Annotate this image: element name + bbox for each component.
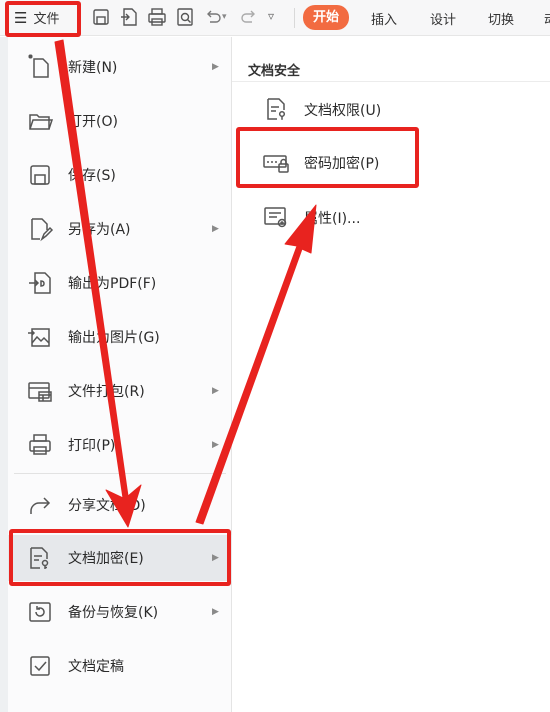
menu-item-finalize[interactable]: 文档定稿 [8,643,232,689]
new-doc-icon [26,53,54,81]
file-menu-label: 文件 [33,12,60,27]
printer-icon [26,431,54,459]
toolbar-separator [294,8,295,28]
submenu-item-label: 文档权限(U) [304,103,382,119]
print-preview-icon[interactable] [174,6,196,28]
package-icon [26,377,54,405]
submenu-heading: 文档安全 [248,64,301,79]
backup-icon [26,598,54,626]
menu-item-label: 分享文档(D) [68,498,146,514]
menu-item-label: 输出为PDF(F) [68,276,157,292]
menu-item-export-pdf[interactable]: 输出为PDF(F) [8,260,232,306]
doc-key-icon [26,544,54,572]
menu-divider [14,473,226,474]
share-icon [26,491,54,519]
file-menu: 新建(N) ▶ 打开(O) 保存(S) 另存为(A) ▶ 输出为PDF(F) 输… [8,37,232,712]
pdf-icon [26,269,54,297]
document-edge [0,37,8,712]
hamburger-icon: ☰ [14,8,28,27]
menu-item-share[interactable]: 分享文档(D) [8,482,232,528]
chevron-right-icon: ▶ [212,553,219,563]
finalize-icon [26,652,54,680]
menu-item-label: 打印(P) [68,438,116,454]
menu-item-save-as[interactable]: 另存为(A) ▶ [8,206,232,252]
more-dropdown-icon[interactable]: ▿ [268,9,290,31]
encrypt-submenu: 文档安全 文档权限(U) 密码加密(P) 属性(I)... [232,37,550,712]
menu-item-backup[interactable]: 备份与恢复(K) ▶ [8,589,232,635]
submenu-item-doc-permission[interactable]: 文档权限(U) [232,86,550,132]
image-icon [26,323,54,351]
menu-item-package[interactable]: 文件打包(R) ▶ [8,368,232,414]
submenu-item-properties[interactable]: 属性(I)... [232,194,550,240]
chevron-right-icon: ▶ [212,224,219,234]
chevron-right-icon: ▶ [212,607,219,617]
tab-transitions[interactable]: 切换 [488,9,514,28]
folder-icon [26,107,54,135]
undo-icon[interactable] [202,6,224,28]
menu-item-label: 文档加密(E) [68,551,144,567]
top-toolbar: ☰ 文件 ▾ ▿ 开始 插入 设计 切换 动 [0,0,550,36]
menu-item-label: 文件打包(R) [68,384,145,400]
tab-animation[interactable]: 动 [544,9,550,28]
menu-item-label: 打开(O) [68,114,118,130]
submenu-item-label: 密码加密(P) [304,156,380,172]
file-menu-button[interactable]: ☰ 文件 [8,4,74,31]
menu-item-label: 新建(N) [68,60,118,76]
print-icon[interactable] [146,6,168,28]
menu-item-print[interactable]: 打印(P) ▶ [8,422,232,468]
save-icon[interactable] [90,6,112,28]
chevron-right-icon: ▶ [212,386,219,396]
export-pdf-icon[interactable] [118,6,140,28]
properties-icon [262,203,290,231]
redo-icon[interactable] [238,6,260,28]
submenu-item-label: 属性(I)... [304,211,361,227]
menu-item-label: 输出为图片(G) [68,330,160,346]
chevron-right-icon: ▶ [212,440,219,450]
doc-permission-icon [262,95,290,123]
tab-design[interactable]: 设计 [430,9,456,28]
submenu-divider [232,81,550,82]
menu-item-label: 文档定稿 [68,659,124,675]
save-as-icon [26,215,54,243]
chevron-right-icon: ▶ [212,62,219,72]
tab-insert[interactable]: 插入 [371,9,397,28]
menu-item-export-image[interactable]: 输出为图片(G) [8,314,232,360]
save-icon [26,161,54,189]
menu-item-new[interactable]: 新建(N) ▶ [8,44,232,90]
submenu-item-password-encrypt[interactable]: 密码加密(P) [232,139,550,185]
menu-item-label: 备份与恢复(K) [68,605,159,621]
menu-item-save[interactable]: 保存(S) [8,152,232,198]
menu-item-encrypt[interactable]: 文档加密(E) ▶ [8,535,232,581]
tab-home[interactable]: 开始 [303,5,350,30]
menu-item-open[interactable]: 打开(O) [8,98,232,144]
password-lock-icon [262,148,290,176]
menu-item-label: 保存(S) [68,168,116,184]
menu-item-label: 另存为(A) [68,222,131,238]
